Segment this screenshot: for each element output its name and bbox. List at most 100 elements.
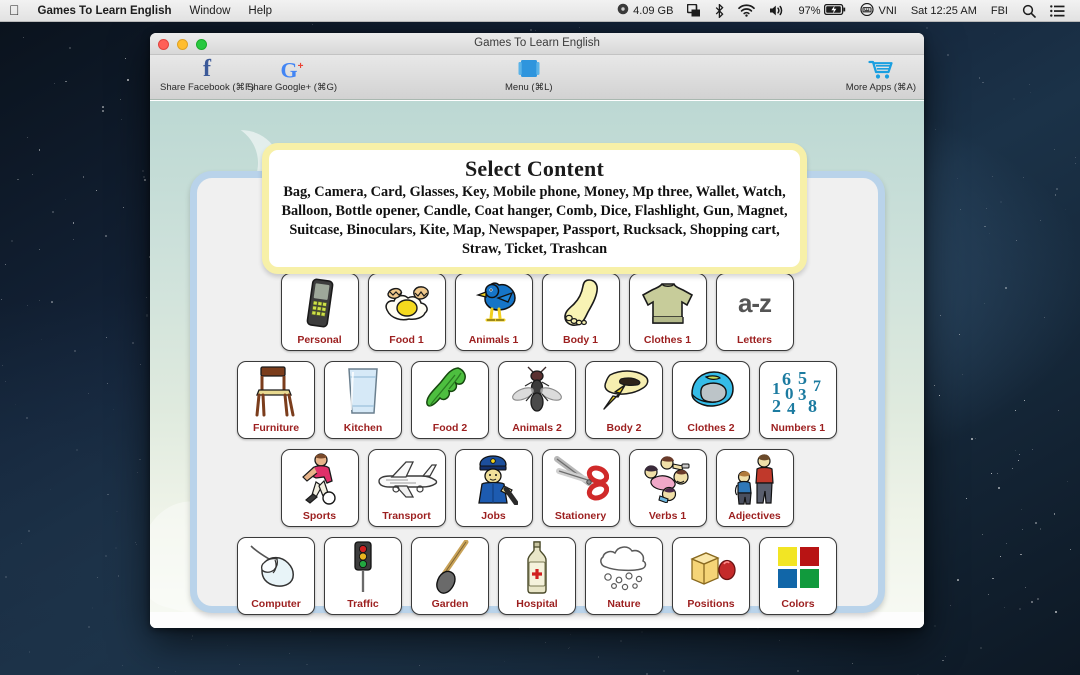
tile-label: Hospital [516,598,558,610]
helmet-icon [673,364,749,418]
category-tile-body-1[interactable]: Body 1 [541,273,620,351]
category-tile-colors[interactable]: Colors [759,537,837,615]
category-tile-personal[interactable]: Personal [280,273,359,351]
numbers-cluster: 1 6 5 7 0 3 2 4 8 [770,367,826,418]
category-tile-clothes-1[interactable]: Clothes 1 [628,273,707,351]
facebook-icon: f [202,56,211,82]
celery-icon [412,364,488,418]
spade-icon [412,540,488,594]
bluetooth-icon[interactable] [708,0,731,21]
memory-label: 4.09 GB [633,4,674,17]
tile-label: Sports [302,510,337,522]
airplay-icon[interactable] [680,0,708,21]
volume-icon[interactable] [762,0,791,21]
swatch-yellow [777,546,797,566]
category-tile-animals-2[interactable]: Animals 2 [498,361,576,439]
tile-label: Kitchen [343,422,383,434]
category-tile-transport[interactable]: Transport [367,449,446,527]
share-google-button[interactable]: G+ Share Google+ (⌘G) [247,57,337,93]
tile-label: Transport [382,510,431,522]
glass-icon [325,364,401,418]
tile-label: Clothes 1 [643,334,692,346]
category-tile-food-2[interactable]: Food 2 [411,361,489,439]
category-tile-traffic[interactable]: Traffic [324,537,402,615]
battery-percent: 97% [798,4,821,17]
category-tile-numbers-1[interactable]: 1 6 5 7 0 3 2 4 8 Numbers 1 [759,361,837,439]
tile-label: Traffic [347,598,379,610]
foot-icon [543,276,619,330]
app-toolbar: f Share Facebook (⌘F) G+ Share Google+ (… [150,55,924,100]
google-plus-icon: G+ [280,57,304,83]
eyebrow-icon [586,364,662,418]
numbers-icon: 1 6 5 7 0 3 2 4 8 [760,364,836,418]
menubar-clock[interactable]: Sat 12:25 AM [904,0,984,21]
category-tile-adjectives[interactable]: Adjectives [715,449,794,527]
tile-label: Letters [736,334,772,346]
apple-menu-icon[interactable]:  [0,0,29,21]
menu-button[interactable]: Menu (⌘L) [505,57,553,93]
fried-egg-icon [369,276,445,330]
cube-ball-icon [673,540,749,594]
menu-button-label: Menu (⌘L) [505,82,553,93]
category-tile-garden[interactable]: Garden [411,537,489,615]
airplane-icon [369,452,445,506]
tile-label: Body 2 [606,422,642,434]
category-grid: Personal Food 1 Animals 1 Body 1 Clothes… [150,273,924,615]
tile-label: Garden [431,598,469,610]
input-source[interactable]: VNI [853,0,903,21]
share-facebook-button[interactable]: f Share Facebook (⌘F) [160,57,254,93]
scissors-icon [543,452,619,506]
category-tile-body-2[interactable]: Body 2 [585,361,663,439]
digit: 2 [772,396,781,416]
app-content: Select Content Bag, Camera, Card, Glasse… [150,101,924,628]
search-icon[interactable] [1015,0,1043,21]
tile-label: Nature [607,598,641,610]
category-row: Sports Transport Jobs Stationery Verbs 1… [280,449,794,527]
tile-label: Numbers 1 [770,422,826,434]
memory-status[interactable]: 4.09 GB [610,0,680,21]
tile-label: Positions [687,598,735,610]
digit: 7 [813,378,821,395]
share-facebook-label: Share Facebook (⌘F) [160,82,254,93]
category-tile-furniture[interactable]: Furniture [237,361,315,439]
category-tile-stationery[interactable]: Stationery [541,449,620,527]
menubar-user[interactable]: FBI [984,0,1015,21]
disk-icon [617,3,629,18]
swatch-green [799,568,819,588]
more-apps-button[interactable]: More Apps (⌘A) [846,57,916,93]
menu-help[interactable]: Help [239,0,281,21]
wifi-icon[interactable] [731,0,762,21]
category-row: Personal Food 1 Animals 1 Body 1 Clothes… [280,273,794,351]
tile-label: Body 1 [562,334,598,346]
window-title-bar[interactable]: Games To Learn English [150,33,924,55]
category-tile-letters[interactable]: a-z Letters [715,273,794,351]
fly-icon [499,364,575,418]
digit: 3 [798,385,807,404]
tile-label: Verbs 1 [648,510,687,522]
battery-status[interactable]: 97% [791,0,853,21]
category-tile-clothes-2[interactable]: Clothes 2 [672,361,750,439]
share-google-label: Share Google+ (⌘G) [247,82,338,93]
medicine-bottle-icon [499,540,575,594]
sweater-icon [630,276,706,330]
mobile-phone-icon [282,276,358,330]
category-tile-positions[interactable]: Positions [672,537,750,615]
menu-window[interactable]: Window [181,0,240,21]
tile-label: Clothes 2 [687,422,735,434]
category-tile-food-1[interactable]: Food 1 [367,273,446,351]
tile-label: Adjectives [728,510,781,522]
category-tile-kitchen[interactable]: Kitchen [324,361,402,439]
category-tile-hospital[interactable]: Hospital [498,537,576,615]
category-tile-computer[interactable]: Computer [237,537,315,615]
book-icon [517,57,541,81]
category-tile-jobs[interactable]: Jobs [454,449,533,527]
category-tile-animals-1[interactable]: Animals 1 [454,273,533,351]
mac-menu-bar:  Games To Learn English Window Help 4.0… [0,0,1080,22]
notification-center-icon[interactable] [1043,0,1072,21]
menu-app-name[interactable]: Games To Learn English [29,0,181,21]
category-tile-verbs-1[interactable]: Verbs 1 [628,449,707,527]
category-tile-nature[interactable]: Nature [585,537,663,615]
category-tile-sports[interactable]: Sports [280,449,359,527]
tile-label: Animals 2 [512,422,562,434]
tile-label: Personal [297,334,342,346]
